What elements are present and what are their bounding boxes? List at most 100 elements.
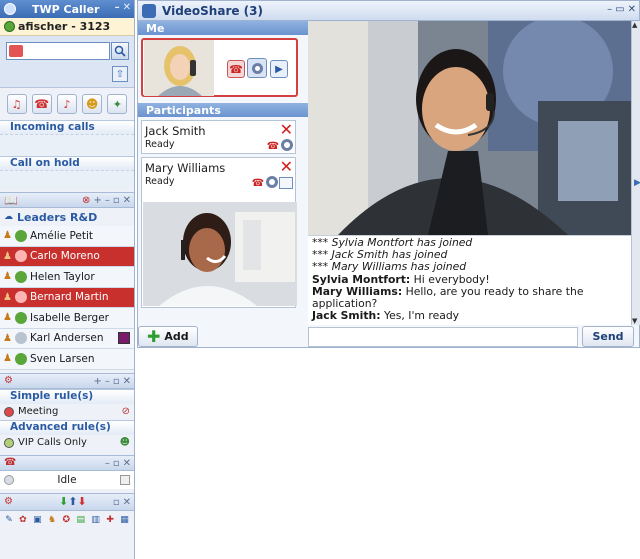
- close-icon[interactable]: ✕: [123, 195, 131, 206]
- minimize-icon[interactable]: –: [115, 2, 120, 13]
- contact-name: Helen Taylor: [29, 270, 95, 283]
- minimize-icon[interactable]: –: [105, 195, 110, 206]
- contact-row[interactable]: ♟ Carlo Moreno: [0, 246, 134, 267]
- transfer-button[interactable]: ⇧: [112, 66, 128, 82]
- people-icon: ♟: [3, 291, 12, 303]
- tool-6-icon[interactable]: ▤: [76, 515, 85, 525]
- call-forward-button[interactable]: ♫: [6, 94, 27, 114]
- tools-icon: ⚙: [4, 496, 13, 507]
- chat-window-icon[interactable]: [118, 332, 130, 345]
- tool-9-icon[interactable]: ▦: [120, 515, 129, 525]
- dial-area: ⇧: [0, 36, 134, 88]
- forward-icon: ♫: [11, 97, 22, 111]
- presence-checkbox[interactable]: [120, 474, 130, 485]
- people-icon: ♟: [3, 230, 12, 242]
- window-title-bar[interactable]: VideoShare (3) – ▭ ✕: [138, 1, 639, 21]
- restore-icon[interactable]: ▫: [113, 376, 120, 387]
- contacts-icon: ☻: [85, 97, 99, 111]
- simple-rule-row[interactable]: Meeting ⊘: [0, 404, 134, 420]
- minimize-icon[interactable]: –: [105, 458, 110, 469]
- remove-participant-button[interactable]: ✕: [280, 159, 293, 175]
- call-participant-icon[interactable]: ☎: [266, 139, 280, 153]
- close-icon[interactable]: ✕: [123, 497, 131, 508]
- close-icon[interactable]: ✕: [123, 2, 131, 13]
- conference-button[interactable]: ✦: [107, 94, 128, 114]
- scroll-down-icon[interactable]: ▼: [632, 317, 637, 325]
- contact-group-header[interactable]: ☁ Leaders R&D: [0, 208, 134, 226]
- me-header: Me: [138, 21, 308, 35]
- participant-name: Mary Williams: [145, 161, 226, 175]
- webcam-icon[interactable]: [266, 176, 278, 188]
- people-icon: ♟: [3, 271, 12, 283]
- advanced-rule-row[interactable]: VIP Calls Only ☻: [0, 435, 134, 451]
- send-button[interactable]: Send: [582, 326, 634, 347]
- tool-2-icon[interactable]: ✿: [19, 515, 27, 525]
- call-button[interactable]: ☎: [31, 94, 52, 114]
- contact-row[interactable]: ♟ Sven Larsen: [0, 349, 134, 370]
- webcam-icon[interactable]: [281, 139, 293, 151]
- camera-button[interactable]: [247, 58, 267, 78]
- restore-icon[interactable]: ▫: [113, 195, 120, 206]
- scroll-up-icon[interactable]: ▲: [632, 21, 637, 29]
- tool-8-icon[interactable]: ✚: [106, 515, 114, 525]
- book-icon[interactable]: 📖: [4, 194, 18, 207]
- current-user[interactable]: afischer - 3123: [0, 18, 134, 36]
- tool-5-icon[interactable]: ✪: [63, 515, 71, 525]
- tool-4-icon[interactable]: ♞: [48, 515, 56, 525]
- remove-participant-button[interactable]: ✕: [280, 122, 293, 138]
- restore-icon[interactable]: ▫: [113, 458, 120, 469]
- contact-row[interactable]: ♟ Karl Andersen: [0, 328, 134, 349]
- arrow-down-red-icon[interactable]: ⬇: [77, 495, 86, 508]
- participant-card[interactable]: Mary Williams Ready ✕ ☎: [141, 157, 297, 308]
- add-icon[interactable]: +: [93, 195, 101, 206]
- app-title-bar[interactable]: TWP Caller – ✕: [0, 0, 134, 18]
- chat-transcript: *** Sylvia Montfort has joined *** Jack …: [308, 235, 631, 325]
- expand-arrow-icon[interactable]: ▶: [634, 178, 640, 188]
- add-icon[interactable]: +: [93, 376, 101, 387]
- arrow-up-icon[interactable]: ⬆: [68, 495, 77, 508]
- participants-header: Participants: [138, 103, 308, 117]
- tool-3-icon[interactable]: ▣: [33, 515, 42, 525]
- contact-row[interactable]: ♟ Bernard Martin: [0, 287, 134, 308]
- chat-input[interactable]: [308, 327, 578, 347]
- close-icon[interactable]: ✕: [628, 4, 636, 15]
- share-window-icon[interactable]: [279, 177, 293, 189]
- minimize-icon[interactable]: –: [105, 376, 110, 387]
- presence-available-icon: [14, 229, 27, 242]
- contact-row[interactable]: ♟ Amélie Petit: [0, 226, 134, 247]
- call-on-hold-list: [0, 170, 134, 190]
- remove-contact-icon[interactable]: ⊗: [82, 195, 90, 206]
- search-input[interactable]: [26, 44, 106, 58]
- maximize-icon[interactable]: ▭: [615, 4, 624, 15]
- contact-name: Bernard Martin: [29, 291, 109, 304]
- voicemail-button[interactable]: ♪: [56, 94, 77, 114]
- presence-available-icon: [14, 270, 27, 283]
- minimize-icon[interactable]: –: [607, 4, 612, 15]
- search-button[interactable]: [111, 42, 129, 60]
- tool-1-icon[interactable]: ✎: [5, 515, 13, 525]
- collapse-icon[interactable]: ☁: [4, 212, 13, 222]
- arrow-down-icon[interactable]: ⬇: [59, 495, 68, 508]
- chat-text: Hi everybody!: [410, 272, 490, 286]
- participant-card[interactable]: Jack Smith Ready ✕ ☎: [141, 120, 296, 154]
- contact-row[interactable]: ♟ Helen Taylor: [0, 267, 134, 288]
- participants-column: Me ☎ ▶ Participants Jack Smith Ready ✕ ☎: [138, 21, 308, 348]
- conference-icon: ✦: [112, 97, 122, 111]
- chat-text: Yes, I'm ready: [380, 309, 460, 323]
- chat-message: Mary Williams: Hello, are you ready to s…: [312, 285, 627, 310]
- contacts-button[interactable]: ☻: [82, 94, 103, 114]
- presence-row[interactable]: Idle: [0, 470, 134, 489]
- close-icon[interactable]: ✕: [123, 376, 131, 387]
- group-title: Leaders R&D: [17, 210, 98, 224]
- contact-row[interactable]: ♟ Isabelle Berger: [0, 308, 134, 329]
- add-participant-button[interactable]: ✚ Add: [138, 326, 198, 347]
- tool-7-icon[interactable]: ▥: [91, 515, 100, 525]
- hangup-button[interactable]: ☎: [227, 60, 245, 78]
- presence-busy-icon: [14, 291, 27, 304]
- restore-icon[interactable]: ▫: [113, 497, 120, 508]
- chat-scrollbar[interactable]: ▲ ▼: [631, 21, 640, 325]
- close-icon[interactable]: ✕: [123, 458, 131, 469]
- call-participant-icon[interactable]: ☎: [251, 176, 265, 190]
- share-screen-button[interactable]: ▶: [270, 60, 288, 78]
- presence-icon: ☎: [4, 457, 17, 468]
